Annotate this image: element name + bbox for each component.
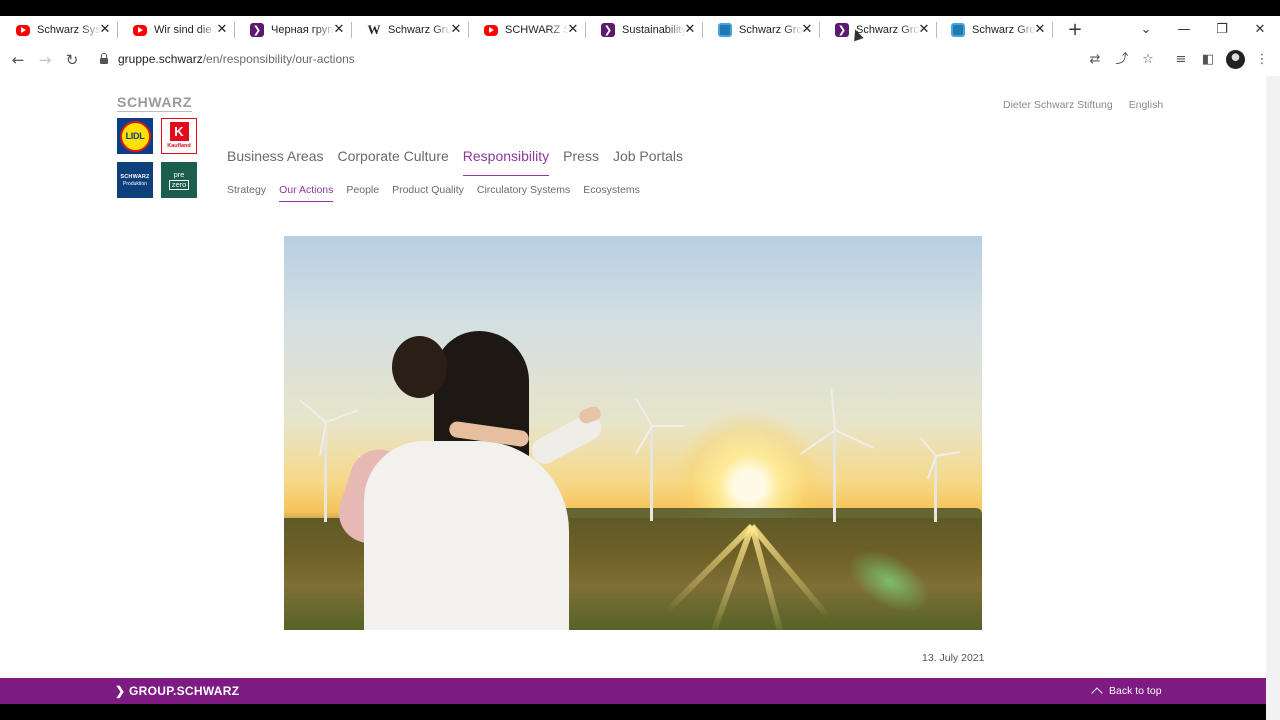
main-navigation: Business Areas Corporate Culture Respons… [227, 148, 697, 176]
minimize-button[interactable]: — [1174, 20, 1194, 40]
back-to-top-label: Back to top [1109, 685, 1162, 697]
tab-close-icon[interactable]: ✕ [214, 22, 230, 38]
browser-tab[interactable]: ❯ Schwarz Grou ✕ [819, 16, 937, 44]
share-icon[interactable]: ⤴ [1112, 50, 1132, 70]
language-switch[interactable]: English [1129, 99, 1163, 111]
address-bar[interactable]: gruppe.schwarz/en/responsibility/our-act… [118, 52, 355, 66]
menu-kebab-icon[interactable]: ⋮ [1252, 50, 1272, 70]
side-panel-icon[interactable]: ◧ [1198, 50, 1218, 70]
tab-close-icon[interactable]: ✕ [565, 22, 581, 38]
lock-icon[interactable] [100, 53, 108, 65]
prezero-sublabel: zero [168, 179, 190, 190]
group-schwarz-logo[interactable]: ❯ GROUP.SCHWARZ [115, 684, 239, 698]
youtube-icon [484, 24, 498, 36]
lidl-logo[interactable]: LIDL [117, 118, 153, 154]
new-tab-button[interactable]: + [1065, 20, 1085, 40]
profile-avatar[interactable] [1226, 50, 1245, 69]
prezero-label: pre [173, 169, 185, 179]
web-page: SCHWARZ LIDL K Kaufland SCHWARZ Produkti… [0, 76, 1266, 678]
site-icon [718, 23, 732, 37]
tab-close-icon[interactable]: ✕ [682, 22, 698, 38]
tab-title: Schwarz Grou [972, 24, 1036, 36]
forward-button[interactable]: → [35, 50, 55, 70]
youtube-icon [133, 24, 147, 36]
kaufland-logo[interactable]: K Kaufland [161, 118, 197, 154]
woman-dress [364, 441, 569, 630]
schwarz-icon: ❯ [835, 23, 849, 37]
browser-tab[interactable]: ❯ Sustainability ✕ [585, 16, 703, 44]
kaufland-label: Kaufland [167, 143, 191, 149]
schwarz-produktion-sublabel: Produktion [123, 180, 147, 187]
tab-title: Schwarz Syste [37, 24, 101, 36]
reading-list-icon[interactable]: ≡ [1171, 50, 1191, 70]
page-scrollbar[interactable] [1266, 76, 1280, 720]
tab-title: Schwarz Grou [856, 24, 920, 36]
chevron-up-icon [1091, 687, 1103, 699]
nav-job-portals[interactable]: Job Portals [613, 148, 683, 174]
tab-title: Schwarz Grou [739, 24, 803, 36]
back-button[interactable]: ← [8, 50, 28, 70]
tab-title: Schwarz Grupp [388, 24, 452, 36]
reload-button[interactable]: ↻ [62, 50, 82, 70]
nav-corporate-culture[interactable]: Corporate Culture [338, 148, 449, 174]
sticky-footer-bar: ❯ GROUP.SCHWARZ Back to top [0, 678, 1266, 704]
schwarz-wordmark[interactable]: SCHWARZ [117, 94, 192, 112]
prezero-logo[interactable]: pre zero [161, 162, 197, 198]
tab-title: Черная групп [271, 24, 335, 36]
subnav-strategy[interactable]: Strategy [227, 184, 266, 196]
lidl-label: LIDL [119, 120, 151, 152]
schwarz-icon: ❯ [601, 23, 615, 37]
bookmark-star-icon[interactable]: ☆ [1138, 50, 1158, 70]
wikipedia-icon: W [367, 22, 381, 37]
tab-close-icon[interactable]: ✕ [1032, 22, 1048, 38]
restore-button[interactable]: ❐ [1212, 20, 1232, 40]
url-host: gruppe.schwarz [118, 52, 203, 66]
tab-divider [1052, 22, 1053, 38]
child-head [392, 336, 447, 398]
tab-title: Sustainability [622, 24, 686, 36]
tab-close-icon[interactable]: ✕ [799, 22, 815, 38]
browser-tab[interactable]: Schwarz Grou ✕ [935, 16, 1053, 44]
kaufland-mark: K [169, 122, 189, 141]
browser-toolbar: ← → ↻ gruppe.schwarz/en/responsibility/o… [0, 44, 1280, 76]
browser-tab[interactable]: ❯ Черная групп ✕ [234, 16, 352, 44]
subnav-circulatory-systems[interactable]: Circulatory Systems [477, 184, 570, 196]
utility-navigation: Dieter Schwarz Stiftung English [1003, 99, 1179, 111]
nav-responsibility[interactable]: Responsibility [462, 148, 550, 176]
translate-icon[interactable]: ⇄ [1085, 50, 1105, 70]
subnav-our-actions[interactable]: Our Actions [279, 184, 334, 202]
tab-search-button[interactable]: ⌄ [1136, 20, 1156, 40]
schwarz-produktion-logo[interactable]: SCHWARZ Produktion [117, 162, 153, 198]
tab-close-icon[interactable]: ✕ [448, 22, 464, 38]
browser-tab[interactable]: Wir sind die S ✕ [117, 16, 235, 44]
hero-image [284, 236, 982, 630]
screen-bottom-bar [0, 704, 1266, 720]
back-to-top-button[interactable]: Back to top [1091, 685, 1162, 699]
tab-strip: Schwarz Syste ✕ Wir sind die S ✕ ❯ Черна… [0, 16, 1280, 44]
tab-title: Wir sind die S [154, 24, 218, 36]
nav-press[interactable]: Press [563, 148, 599, 174]
publish-date: 13. July 2021 [922, 652, 985, 664]
sub-navigation: Strategy Our Actions People Product Qual… [227, 184, 653, 202]
close-window-button[interactable]: ✕ [1250, 20, 1270, 40]
youtube-icon [16, 24, 30, 36]
site-icon [951, 23, 965, 37]
browser-tab[interactable]: Schwarz Grou ✕ [702, 16, 820, 44]
screen-top-bar [0, 0, 1280, 16]
subnav-product-quality[interactable]: Product Quality [392, 184, 464, 196]
tab-close-icon[interactable]: ✕ [916, 22, 932, 38]
tab-title: SCHWARZ Sp [505, 24, 569, 36]
url-path: /en/responsibility/our-actions [202, 52, 355, 66]
schwarz-produktion-label: SCHWARZ [120, 173, 150, 180]
browser-tab[interactable]: W Schwarz Grupp ✕ [351, 16, 469, 44]
subnav-ecosystems[interactable]: Ecosystems [583, 184, 640, 196]
nav-business-areas[interactable]: Business Areas [227, 148, 324, 174]
browser-tab[interactable]: Schwarz Syste ✕ [0, 16, 118, 44]
tab-close-icon[interactable]: ✕ [97, 22, 113, 38]
subnav-people[interactable]: People [346, 184, 379, 196]
schwarz-icon: ❯ [250, 23, 264, 37]
link-dieter-schwarz-stiftung[interactable]: Dieter Schwarz Stiftung [1003, 99, 1113, 111]
browser-tab[interactable]: SCHWARZ Sp ✕ [468, 16, 586, 44]
tab-close-icon[interactable]: ✕ [331, 22, 347, 38]
